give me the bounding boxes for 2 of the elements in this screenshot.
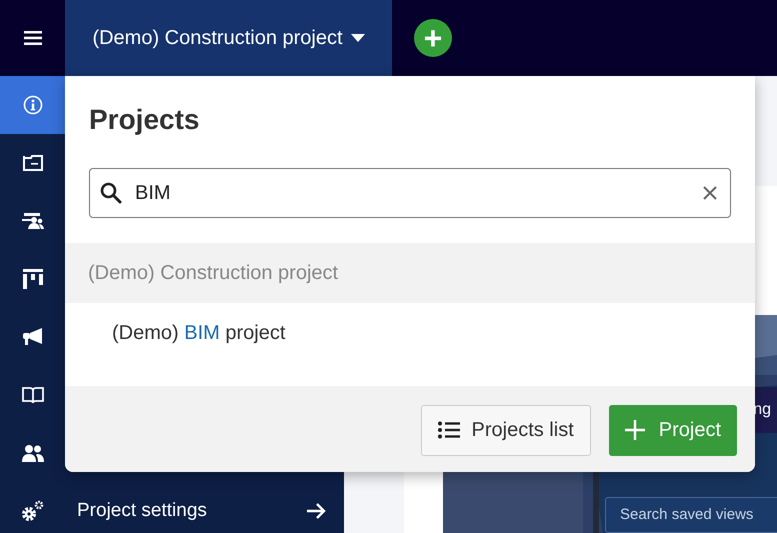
popup-title: Projects <box>89 103 200 137</box>
sidebar-label: Project settings <box>76 498 208 523</box>
